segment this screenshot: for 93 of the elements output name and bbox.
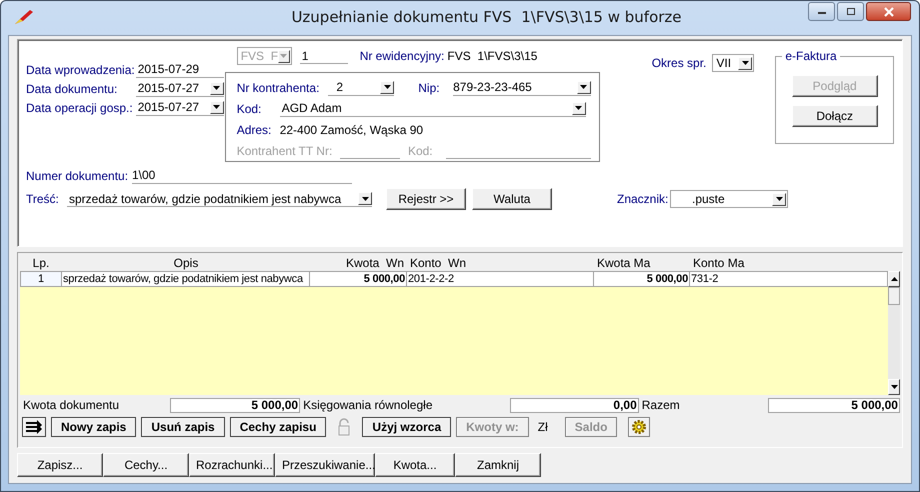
total-value: 5 000,00 bbox=[768, 398, 900, 412]
down-arrow-icon bbox=[213, 86, 220, 90]
dropdown-button[interactable] bbox=[380, 80, 394, 94]
minimize-button[interactable] bbox=[808, 2, 835, 21]
close-button[interactable] bbox=[866, 2, 911, 21]
dropdown-button[interactable] bbox=[210, 82, 224, 94]
scroll-down-button[interactable] bbox=[888, 379, 900, 395]
date-field[interactable]: 2015-07-29 bbox=[136, 62, 224, 78]
window-title: Uzupełnianie dokumentu FVS 1\FVS\3\15 w buforze bbox=[290, 8, 683, 26]
down-arrow-icon bbox=[776, 197, 782, 201]
total-value: 0,00 bbox=[510, 398, 639, 412]
action-button[interactable]: Waluta bbox=[472, 188, 552, 210]
column-header: Konto Ma bbox=[692, 256, 746, 270]
footer-button[interactable]: Rozrachunki... bbox=[189, 453, 275, 477]
down-arrow-icon bbox=[742, 61, 749, 65]
column-header: Kwota Ma bbox=[596, 256, 652, 270]
column-header: Kwota Wn bbox=[344, 256, 405, 270]
nip-field[interactable]: 879-23-23-465 bbox=[453, 80, 591, 96]
down-arrow-icon bbox=[213, 105, 220, 109]
scroll-thumb[interactable] bbox=[888, 287, 900, 305]
toolbar-button[interactable]: Użyj wzorca bbox=[362, 417, 452, 437]
field-label: Kod: bbox=[408, 144, 434, 158]
toolbar-button[interactable]: Nowy zapis bbox=[51, 417, 136, 437]
pen-icon bbox=[13, 9, 35, 25]
total-label: Razem bbox=[642, 398, 680, 412]
down-arrow-icon bbox=[280, 54, 288, 58]
down-arrow-icon bbox=[384, 85, 391, 89]
total-label: Księgowania równoległe bbox=[303, 398, 432, 412]
field-label: Data dokumentu: bbox=[26, 82, 118, 96]
document-number-field[interactable]: 1\00 bbox=[132, 168, 352, 184]
e-invoice-button[interactable]: Dołącz bbox=[792, 105, 878, 127]
registry-number: FVS 1\FVS\3\15 bbox=[447, 49, 538, 63]
field-label: Kontrahent TT Nr: bbox=[236, 144, 332, 158]
dropdown-button[interactable] bbox=[738, 56, 752, 70]
column-header: Lp. bbox=[32, 256, 50, 270]
dropdown-button[interactable] bbox=[772, 192, 786, 206]
marker-combo[interactable]: .puste bbox=[670, 190, 788, 208]
contractor-number-field[interactable]: 2 bbox=[328, 80, 394, 96]
footer-button[interactable]: Cechy... bbox=[103, 453, 189, 477]
footer-button[interactable]: Zapisz... bbox=[17, 453, 103, 477]
scroll-up-button[interactable] bbox=[888, 271, 900, 287]
table-cell: 731-2 bbox=[690, 271, 888, 287]
toggle-button[interactable] bbox=[22, 417, 46, 437]
table-cell: 1 bbox=[20, 271, 62, 287]
gear-icon bbox=[631, 419, 648, 435]
date-field[interactable]: 2015-07-27 bbox=[136, 100, 224, 116]
address-text: 22-400 Zamość, Wąska 90 bbox=[280, 122, 424, 136]
action-button[interactable]: Rejestr >> bbox=[386, 188, 466, 210]
field-label: Treść: bbox=[26, 192, 60, 206]
content-field[interactable]: sprzedaż towarów, gdzie podatnikiem jest nabywca bbox=[67, 191, 372, 207]
table-cell: sprzedaż towarów, gdzie podatnikiem jest nabywca bbox=[62, 271, 310, 287]
down-arrow-icon bbox=[575, 106, 582, 110]
gear-button[interactable] bbox=[628, 417, 650, 437]
number-field[interactable]: 1 bbox=[300, 48, 348, 64]
period-combo[interactable]: VII bbox=[712, 54, 754, 72]
column-header: Opis bbox=[172, 256, 200, 270]
footer-button[interactable]: Kwota... bbox=[375, 453, 455, 477]
dropdown-button[interactable] bbox=[358, 192, 372, 205]
dropdown-button[interactable] bbox=[210, 100, 224, 114]
group-title: e-Faktura bbox=[782, 49, 840, 63]
field-label: Data wprowadzenia: bbox=[26, 62, 135, 76]
double-arrow-icon bbox=[25, 420, 43, 434]
down-arrow-icon bbox=[890, 385, 898, 389]
field-label: Kod: bbox=[236, 102, 262, 116]
field-label: Nr ewidencyjny: bbox=[360, 49, 444, 63]
maximize-icon bbox=[846, 7, 856, 16]
table-cell: 5 000,00 bbox=[310, 271, 407, 287]
field-label: Adres: bbox=[236, 122, 272, 136]
field-label: Nip: bbox=[418, 80, 441, 94]
dropdown-button[interactable] bbox=[576, 80, 591, 94]
table-cell: 201-2-2-2 bbox=[407, 271, 594, 287]
maximize-button[interactable] bbox=[837, 2, 864, 21]
up-arrow-icon bbox=[890, 277, 898, 281]
down-arrow-icon bbox=[580, 85, 588, 89]
dropdown-button[interactable] bbox=[572, 102, 586, 114]
toolbar-button[interactable]: Cechy zapisu bbox=[230, 417, 326, 437]
total-label: Kwota dokumentu bbox=[23, 398, 120, 412]
close-icon bbox=[882, 6, 894, 16]
field-label: Numer dokumentu: bbox=[26, 168, 130, 182]
toolbar-button[interactable]: Usuń zapis bbox=[141, 417, 225, 437]
total-value: 5 000,00 bbox=[170, 398, 300, 412]
field-label: Okres spr. bbox=[652, 56, 706, 70]
field-label: Data operacji gosp.: bbox=[26, 100, 133, 114]
field-label: Nr kontrahenta: bbox=[236, 80, 320, 94]
field-label: Znacznik: bbox=[617, 192, 670, 206]
table-cell: 5 000,00 bbox=[594, 271, 690, 287]
column-header: Konto Wn bbox=[409, 256, 468, 270]
currency-label: Zł bbox=[538, 420, 548, 434]
footer-button[interactable]: Zamknij bbox=[455, 453, 541, 477]
code-field[interactable]: AGD Adam bbox=[280, 100, 586, 116]
scrollbar[interactable] bbox=[888, 271, 900, 395]
date-field[interactable]: 2015-07-27 bbox=[136, 80, 224, 96]
down-arrow-icon bbox=[362, 196, 368, 200]
